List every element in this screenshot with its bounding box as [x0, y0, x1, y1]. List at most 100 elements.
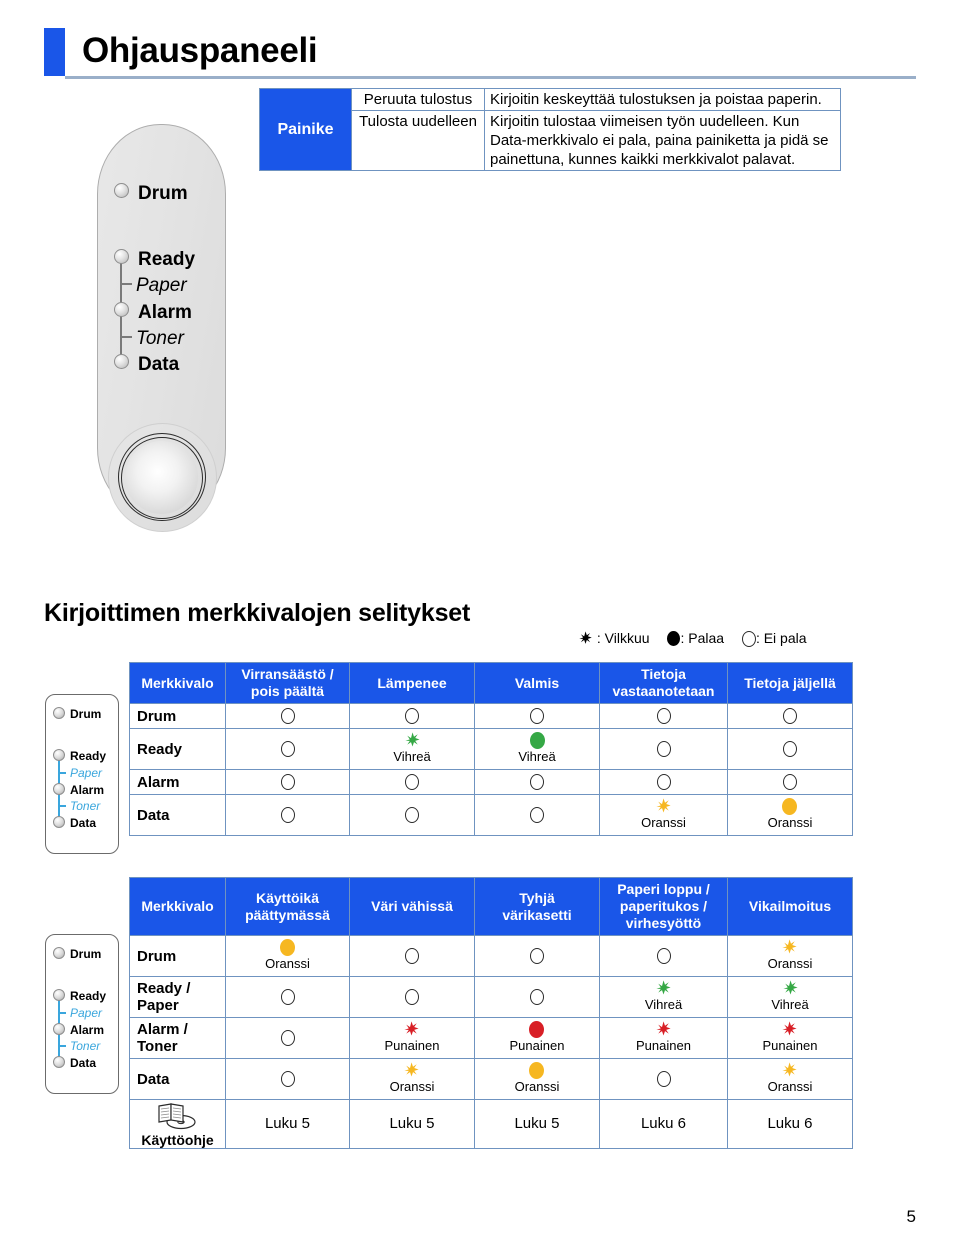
button-action-description: Kirjoitin keskeyttää tulostuksen ja pois… [484, 88, 841, 111]
title-accent-swatch [44, 28, 65, 76]
unlit-icon [280, 774, 295, 791]
row-label: Alarm / Toner [129, 1017, 226, 1059]
page-number: 5 [906, 1207, 916, 1226]
status-glyph-caption: Punainen [636, 1038, 691, 1053]
status-glyph-blink: Vihreä [771, 980, 809, 1012]
column-header-1: Käyttöikä päättymässä [225, 877, 350, 936]
led-toner-label: Toner [136, 328, 184, 349]
led-alarm-indicator [53, 783, 65, 795]
column-header-5: Vikailmoitus [727, 877, 853, 936]
unlit-icon [656, 708, 671, 725]
table-row: Ready Vihreä Vihreä [129, 728, 853, 771]
unlit-icon [530, 948, 544, 965]
status-cell: Oranssi [349, 1058, 475, 1100]
column-header-1: Virransäästö / pois päältä [225, 662, 350, 704]
status-glyph-off [280, 1030, 295, 1047]
led-ready-label: Ready [138, 249, 196, 270]
status-cell [225, 976, 350, 1018]
status-glyph-off [530, 807, 544, 824]
blink-icon [404, 732, 420, 747]
status-glyph-off [280, 989, 295, 1006]
row-label: Ready [129, 728, 226, 771]
status-cell [349, 702, 475, 730]
status-cell [225, 1017, 350, 1059]
row-label: Alarm [129, 769, 226, 796]
unlit-icon [783, 774, 797, 791]
manual-chapter-cell: Luku 5 [225, 1099, 350, 1149]
status-cell: Oranssi [727, 935, 853, 977]
status-glyph-off [656, 741, 671, 758]
column-header-0: Merkkivalo [129, 877, 226, 936]
table-row: Alarm [129, 769, 853, 796]
panel-button[interactable] [125, 441, 198, 514]
status-glyph-off [783, 708, 797, 725]
status-cell: Vihreä [474, 728, 600, 771]
status-cell: Vihreä [349, 728, 475, 771]
button-column-header: Painike [259, 88, 352, 171]
status-glyph-off [280, 741, 295, 758]
led-data-label: Data [70, 1056, 97, 1070]
column-header-4: Tietoja vastaanotetaan [599, 662, 728, 704]
table-row: Drum [129, 702, 853, 730]
unlit-icon [741, 631, 756, 648]
status-glyph-blink: Oranssi [390, 1062, 434, 1094]
led-toner-label: Toner [70, 799, 101, 813]
blink-icon [782, 1062, 798, 1077]
status-glyph-blink: Vihreä [645, 980, 682, 1012]
page-title-bar: Ohjauspaneeli [44, 28, 916, 79]
unlit-icon [656, 1071, 671, 1088]
status-cell [225, 1058, 350, 1100]
status-cell: Oranssi [474, 1058, 600, 1100]
manual-chapter-cell: Luku 5 [474, 1099, 600, 1149]
control-panel-mini-1: Drum Ready Paper Alarm Toner Data [45, 694, 119, 854]
status-cell [474, 935, 600, 977]
row-label: Data [129, 794, 226, 837]
status-glyph-on: Vihreä [518, 732, 556, 765]
legend-label-blink: : Vilkkuu [596, 630, 650, 646]
status-glyph-off [530, 708, 544, 725]
status-cell [349, 769, 475, 796]
column-header-3: Tyhjä värikasetti [474, 877, 600, 936]
status-glyph-caption: Oranssi [265, 956, 310, 971]
manual-label-cell: Käyttöohje [129, 1099, 226, 1149]
status-glyph-blink: Punainen [636, 1021, 691, 1053]
led-branch-toner [58, 1045, 66, 1047]
unlit-icon [530, 807, 544, 824]
status-glyph-caption: Vihreä [518, 749, 556, 765]
status-glyph-off [656, 708, 671, 725]
status-glyph-caption: Vihreä [644, 997, 683, 1012]
status-glyph-off [405, 807, 419, 824]
led-alarm-label: Alarm [70, 1023, 105, 1037]
legend-item-blink: : Vilkkuu [578, 629, 650, 647]
status-cell [225, 702, 350, 730]
led-data-indicator [53, 816, 65, 828]
blink-icon [656, 798, 671, 813]
unlit-icon [783, 741, 797, 758]
table-row: Data Oranssi Oranssi Oranssi [129, 1058, 853, 1100]
led-paper-label: Paper [136, 275, 187, 296]
column-header-2: Väri vähissä [349, 877, 475, 936]
status-glyph-off [530, 989, 544, 1006]
status-glyph-blink: Oranssi [768, 1062, 812, 1094]
status-cell [225, 794, 350, 837]
led-branch-toner [58, 805, 66, 807]
lit-icon [667, 631, 681, 646]
status-glyph-on: Oranssi [768, 798, 812, 830]
status-glyph-off [783, 774, 797, 791]
status-cell [474, 794, 600, 837]
status-cell: Punainen [599, 1017, 728, 1059]
led-alarm-label: Alarm [138, 302, 192, 323]
status-table-2: Merkkivalo Käyttöikä päättymässä Väri vähis… [129, 877, 853, 1149]
status-glyph-off [656, 948, 671, 965]
unlit-icon [405, 774, 419, 791]
status-cell [727, 769, 853, 796]
status-cell [727, 728, 853, 771]
blink-icon [656, 980, 671, 995]
unlit-icon [656, 774, 671, 791]
status-cell [474, 769, 600, 796]
blink-icon [404, 1062, 420, 1077]
table-row: Ready / Paper Vihreä Vihreä [129, 976, 853, 1018]
status-glyph-blink: Vihreä [393, 732, 431, 764]
book-cd-icon [130, 1100, 225, 1134]
status-glyph-caption: Punainen [384, 1038, 440, 1053]
